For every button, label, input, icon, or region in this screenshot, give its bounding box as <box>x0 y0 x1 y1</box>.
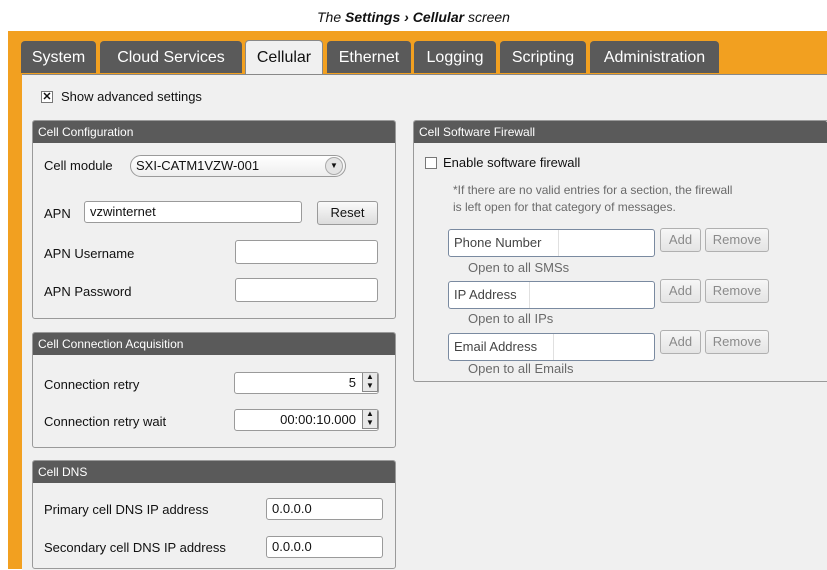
cell-module-select[interactable]: SXI-CATM1VZW-001 ▼ <box>130 155 346 177</box>
cell-module-label: Cell module <box>44 158 113 173</box>
primary-dns-input[interactable]: 0.0.0.0 <box>266 498 383 520</box>
firewall-hint-line-2: is left open for that category of messag… <box>453 200 676 214</box>
enable-firewall-label: Enable software firewall <box>443 155 581 170</box>
caption-settings: Settings <box>345 9 401 25</box>
connection-retry-wait-label: Connection retry wait <box>44 414 167 429</box>
remove-phone-button[interactable]: Remove <box>705 228 769 252</box>
ip-status: Open to all IPs <box>468 311 554 326</box>
add-phone-button[interactable]: Add <box>660 228 701 252</box>
apn-password-label: APN Password <box>44 284 132 299</box>
chevron-down-icon[interactable]: ▼ <box>325 157 343 175</box>
apn-label: APN <box>44 206 71 221</box>
email-address-input[interactable]: Email Address <box>448 333 655 361</box>
frame-left-border <box>8 74 22 569</box>
tab-cloud-services[interactable]: Cloud Services <box>100 41 242 73</box>
input-divider <box>529 282 530 308</box>
cell-module-value: SXI-CATM1VZW-001 <box>136 158 260 173</box>
connection-retry-wait-input[interactable]: 00:00:10.000 ▲ ▼ <box>234 409 379 431</box>
input-divider <box>558 230 559 256</box>
show-advanced-checkbox[interactable]: ✕ <box>41 91 53 103</box>
phone-status: Open to all SMSs <box>468 260 570 275</box>
firewall-hint-line-1: *If there are no valid entries for a sec… <box>453 183 733 197</box>
tab-scripting[interactable]: Scripting <box>500 41 586 73</box>
caption-cellular: Cellular <box>412 9 465 25</box>
screen-caption: The Settings › Cellular screen <box>317 9 510 25</box>
email-status: Open to all Emails <box>468 361 574 376</box>
remove-ip-button[interactable]: Remove <box>705 279 769 303</box>
input-divider <box>553 334 554 360</box>
apn-username-label: APN Username <box>44 246 135 261</box>
tab-ethernet[interactable]: Ethernet <box>327 41 411 73</box>
primary-dns-label: Primary cell DNS IP address <box>44 502 209 517</box>
add-ip-button[interactable]: Add <box>660 279 701 303</box>
section-title: Cell Software Firewall <box>414 121 827 143</box>
tab-administration[interactable]: Administration <box>590 41 719 73</box>
enable-firewall-checkbox[interactable] <box>425 157 437 169</box>
secondary-dns-label: Secondary cell DNS IP address <box>44 540 226 555</box>
tab-cellular[interactable]: Cellular <box>245 40 323 75</box>
apn-input[interactable]: vzwinternet <box>84 201 302 223</box>
add-email-button[interactable]: Add <box>660 330 701 354</box>
secondary-dns-input[interactable]: 0.0.0.0 <box>266 536 383 558</box>
reset-button[interactable]: Reset <box>317 201 378 225</box>
caption-separator: › <box>400 9 413 25</box>
up-down-arrows-icon[interactable]: ▲ ▼ <box>362 373 378 392</box>
apn-password-input[interactable] <box>235 278 378 302</box>
ip-address-input[interactable]: IP Address <box>448 281 655 309</box>
apn-username-input[interactable] <box>235 240 378 264</box>
up-down-arrows-icon[interactable]: ▲ ▼ <box>362 410 378 429</box>
section-title: Cell Connection Acquisition <box>33 333 395 355</box>
connection-retry-input[interactable]: 5 ▲ ▼ <box>234 372 379 394</box>
section-title: Cell Configuration <box>33 121 395 143</box>
remove-email-button[interactable]: Remove <box>705 330 769 354</box>
phone-number-placeholder: Phone Number <box>454 235 542 250</box>
tab-system[interactable]: System <box>21 41 96 73</box>
show-advanced-label: Show advanced settings <box>61 89 202 104</box>
ip-address-placeholder: IP Address <box>454 287 517 302</box>
connection-retry-label: Connection retry <box>44 377 140 392</box>
connection-retry-wait-value: 00:00:10.000 <box>280 412 356 427</box>
section-title: Cell DNS <box>33 461 395 483</box>
email-address-placeholder: Email Address <box>454 339 538 354</box>
connection-retry-value: 5 <box>348 375 356 390</box>
tab-logging[interactable]: Logging <box>414 41 496 73</box>
phone-number-input[interactable]: Phone Number <box>448 229 655 257</box>
